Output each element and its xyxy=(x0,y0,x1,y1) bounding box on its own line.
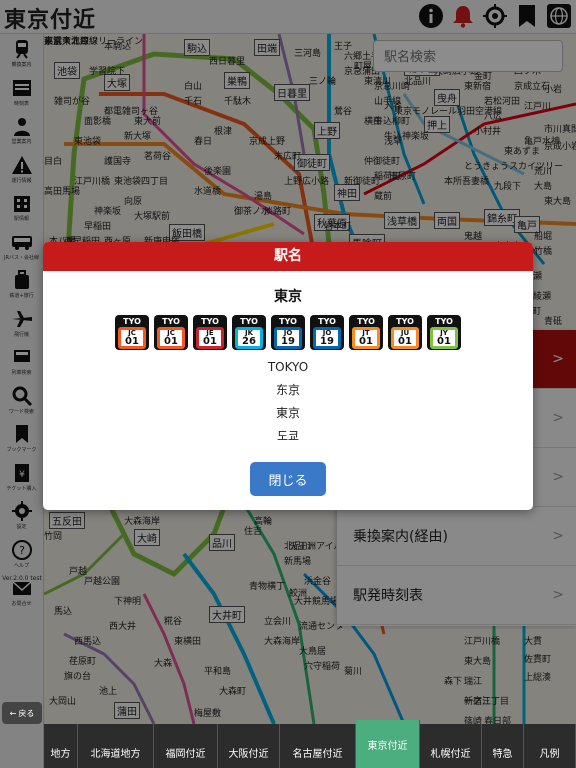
region-tab-2[interactable]: 福岡付近 xyxy=(154,724,218,768)
region-tab-bar: 地方 北海道地方 福岡付近 大阪付近 名古屋付近 東京付近札幌付近 特急 凡例 xyxy=(44,720,576,768)
tab-label: 地方 xyxy=(50,749,71,760)
badge-station-number: 01 xyxy=(203,335,217,347)
region-tab-4[interactable]: 名古屋付近 xyxy=(280,724,356,768)
badge-station-abbr: TYO xyxy=(318,317,336,326)
station-name-chinese-traditional: 東京 xyxy=(275,406,300,420)
tab-label: 凡例 xyxy=(539,749,560,760)
badge-station-abbr: TYO xyxy=(279,317,297,326)
station-name-translations: TOKYO 东京 東京 도쿄 xyxy=(43,356,533,448)
region-tab-3[interactable]: 大阪付近 xyxy=(218,724,280,768)
badge-line-box: JU 01 xyxy=(391,327,419,349)
badge-line-box: JO 19 xyxy=(313,327,341,349)
badge-station-number: 01 xyxy=(359,335,373,347)
tab-label: 名古屋付近 xyxy=(292,749,343,760)
back-label: 戻る xyxy=(18,708,35,718)
tab-label: 北海道地方 xyxy=(90,749,141,760)
region-tab-8[interactable]: 凡例 xyxy=(524,724,576,768)
station-code-badge: TYO JO 19 xyxy=(271,315,305,350)
region-tab-5[interactable]: 東京付近 xyxy=(356,720,420,768)
badge-station-abbr: TYO xyxy=(357,317,375,326)
tab-label: 札幌付近 xyxy=(430,749,471,760)
badge-station-abbr: TYO xyxy=(201,317,219,326)
badge-station-number: 01 xyxy=(437,335,451,347)
region-tab-1[interactable]: 北海道地方 xyxy=(78,724,154,768)
station-code-badge: TYO JY 01 xyxy=(427,315,461,350)
region-tab-0[interactable]: 地方 xyxy=(44,724,78,768)
badge-station-number: 01 xyxy=(125,335,139,347)
badge-line-box: JK 26 xyxy=(235,327,263,349)
dialog-header: 駅名 xyxy=(43,242,533,271)
station-name-chinese-simplified: 东京 xyxy=(275,383,300,397)
dialog-station-name: 東京 xyxy=(274,289,302,305)
badge-station-abbr: TYO xyxy=(123,317,141,326)
station-code-badge: TYO JK 26 xyxy=(232,315,266,350)
badge-station-abbr: TYO xyxy=(396,317,414,326)
station-code-badges: TYO JC 01 TYO JC 01 TYO JE 01 TYO JK 26 TYO JO 19 TYO JO… xyxy=(43,315,533,350)
station-code-badge: TYO JC 01 xyxy=(115,315,149,350)
tab-label: 大阪付近 xyxy=(228,749,269,760)
region-tab-6[interactable]: 札幌付近 xyxy=(420,724,482,768)
badge-station-number: 01 xyxy=(164,335,178,347)
station-name-dialog: 駅名 東京 TYO JC 01 TYO JC 01 TYO JE 01 TYO JK 26 TYO JO 1… xyxy=(43,242,533,510)
badge-station-abbr: TYO xyxy=(435,317,453,326)
badge-line-box: JC 01 xyxy=(157,327,185,349)
back-button[interactable]: ← 戻る xyxy=(2,702,42,724)
badge-station-number: 19 xyxy=(320,335,334,347)
tab-label: 東京付近 xyxy=(367,740,408,752)
badge-station-number: 26 xyxy=(242,335,256,347)
station-name-korean: 도쿄 xyxy=(276,429,300,443)
tab-label: 特急 xyxy=(492,749,513,760)
region-tab-7[interactable]: 特急 xyxy=(482,724,524,768)
badge-line-box: JY 01 xyxy=(430,327,458,349)
badge-line-box: JE 01 xyxy=(196,327,224,349)
station-code-badge: TYO JE 01 xyxy=(193,315,227,350)
badge-line-box: JT 01 xyxy=(352,327,380,349)
badge-line-box: JC 01 xyxy=(118,327,146,349)
station-code-badge: TYO JO 19 xyxy=(310,315,344,350)
badge-station-abbr: TYO xyxy=(162,317,180,326)
close-button[interactable]: 閉じる xyxy=(250,462,326,496)
badge-station-abbr: TYO xyxy=(240,317,258,326)
badge-station-number: 19 xyxy=(281,335,295,347)
badge-line-box: JO 19 xyxy=(274,327,302,349)
station-name-english: TOKYO xyxy=(267,360,309,374)
station-code-badge: TYO JU 01 xyxy=(388,315,422,350)
tab-label: 福岡付近 xyxy=(165,749,206,760)
station-code-badge: TYO JT 01 xyxy=(349,315,383,350)
station-code-badge: TYO JC 01 xyxy=(154,315,188,350)
back-arrow-icon: ← xyxy=(9,708,17,718)
badge-station-number: 01 xyxy=(398,335,412,347)
